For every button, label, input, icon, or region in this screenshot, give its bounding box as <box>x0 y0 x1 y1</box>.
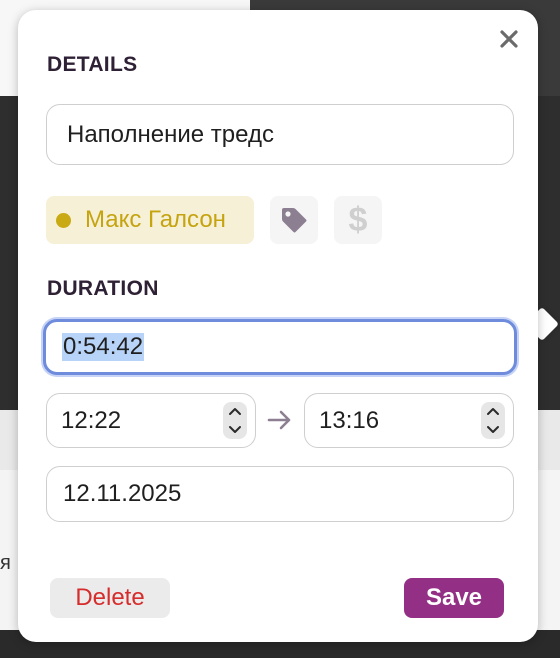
chevron-down-icon <box>487 426 499 434</box>
duration-heading: DURATION <box>47 277 159 300</box>
project-color-dot <box>56 212 71 228</box>
duration-input[interactable]: 0:54:42 <box>43 319 517 375</box>
dollar-icon: $ <box>348 200 368 239</box>
close-button[interactable] <box>496 26 522 52</box>
tags-button[interactable] <box>270 196 318 244</box>
tag-icon <box>282 208 307 233</box>
date-input[interactable]: 12.11.2025 <box>46 466 514 522</box>
save-button[interactable]: Save <box>404 578 504 618</box>
description-value: Наполнение тредс <box>67 120 274 148</box>
close-icon <box>500 30 518 48</box>
details-heading: DETAILS <box>47 53 138 76</box>
chevron-up-icon <box>229 407 241 415</box>
chevron-down-icon <box>229 426 241 434</box>
billable-button[interactable]: $ <box>334 196 382 244</box>
description-input[interactable]: Наполнение тредс <box>46 104 514 165</box>
date-value: 12.11.2025 <box>63 480 182 507</box>
start-time-input[interactable]: 12:22 <box>46 393 256 448</box>
project-name: Макс Галсон <box>85 206 226 233</box>
project-chip[interactable]: Макс Галсон <box>46 196 254 244</box>
time-entry-popover: DETAILS Наполнение тредс Макс Галсон $ D… <box>18 10 538 642</box>
start-time-value: 12:22 <box>61 406 122 434</box>
end-time-input[interactable]: 13:16 <box>304 393 514 448</box>
duration-value: 0:54:42 <box>62 333 145 361</box>
delete-button[interactable]: Delete <box>50 578 170 618</box>
end-time-stepper[interactable] <box>481 402 505 439</box>
end-time-value: 13:16 <box>319 406 380 434</box>
arrow-right-icon <box>267 410 291 430</box>
chevron-up-icon <box>487 407 499 415</box>
background-partial-text: я <box>0 552 11 574</box>
start-time-stepper[interactable] <box>223 402 247 439</box>
